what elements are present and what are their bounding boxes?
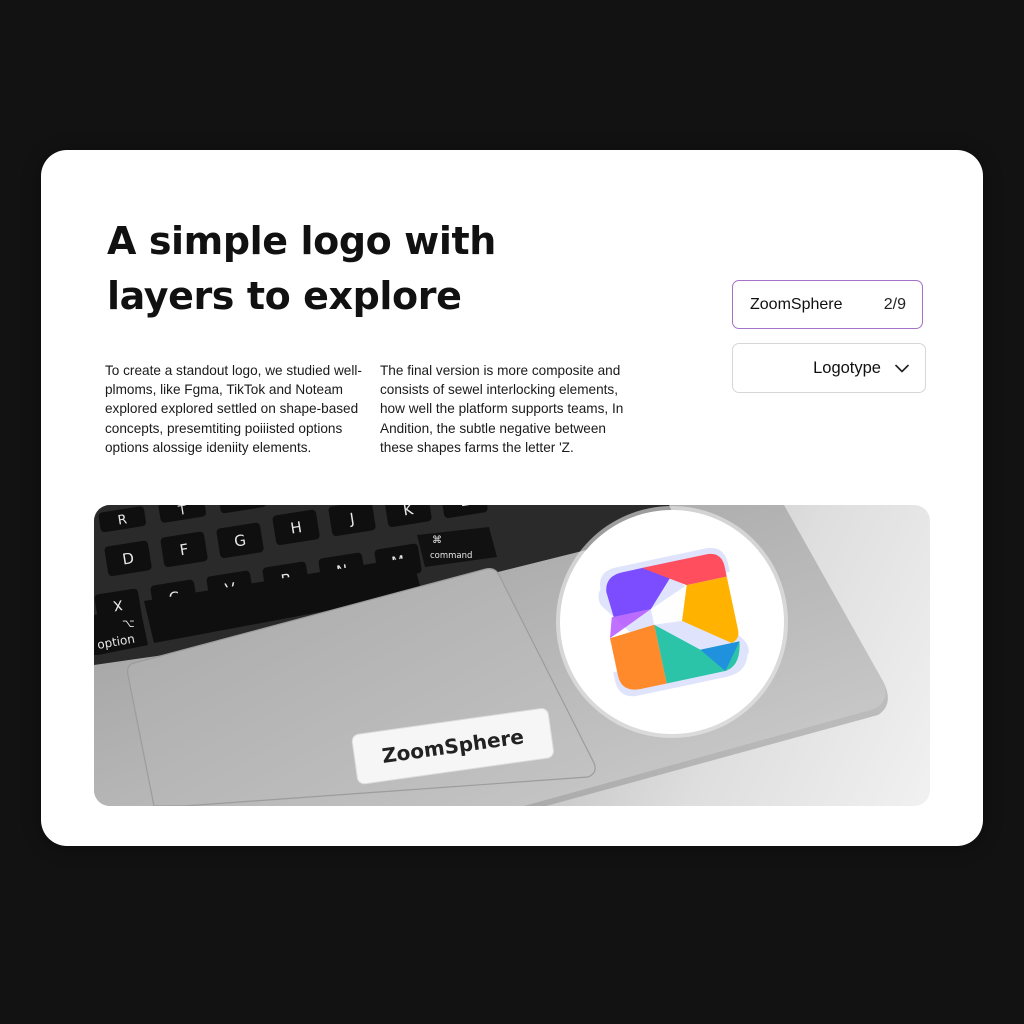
description-line: plmoms, like Fgma, TikTok and Noteam — [105, 382, 343, 398]
project-pager[interactable]: ZoomSphere 2/9 — [732, 280, 923, 329]
description-line: concepts, presemtiting poiiisted options — [105, 420, 343, 436]
laptop-photo: RTYUIOP DFGHJKL XCVBNM ⌘ command ⌥ optio… — [94, 505, 930, 806]
description-line: how well the platform supports teams, In — [380, 401, 624, 417]
option-key-symbol: ⌥ — [122, 617, 135, 630]
pager-title: ZoomSphere — [750, 295, 843, 313]
description-line: To create a standout logo, we studied we… — [105, 363, 362, 378]
description-left: To create a standout logo, we studied we… — [105, 361, 375, 457]
description-line: The final version is more composite and — [380, 363, 621, 378]
category-dropdown[interactable]: Logotype — [732, 343, 926, 393]
pager-count: 2/9 — [883, 295, 906, 313]
description-line: options alossige ideniity elements. — [105, 439, 312, 455]
description-line: consists of sewel interlocking elements, — [380, 382, 618, 398]
headline: A simple logo with layers to explore — [107, 214, 496, 324]
content-card: A simple logo with layers to explore To … — [41, 150, 983, 846]
logo-sticker — [556, 506, 788, 738]
description-right: The final version is more composite and … — [380, 361, 650, 457]
command-key-label: command — [430, 551, 472, 561]
description-line: Andition, the subtle negative between — [380, 420, 606, 436]
description-line: explored explored settled on shape-based — [105, 401, 359, 417]
headline-line-2: layers to explore — [107, 274, 462, 318]
chevron-down-icon — [895, 364, 909, 372]
headline-line-1: A simple logo with — [107, 219, 496, 263]
description-line: these shapes farms the letter 'Z. — [380, 439, 574, 455]
command-key-symbol: ⌘ — [432, 535, 442, 546]
dropdown-value: Logotype — [813, 358, 881, 377]
